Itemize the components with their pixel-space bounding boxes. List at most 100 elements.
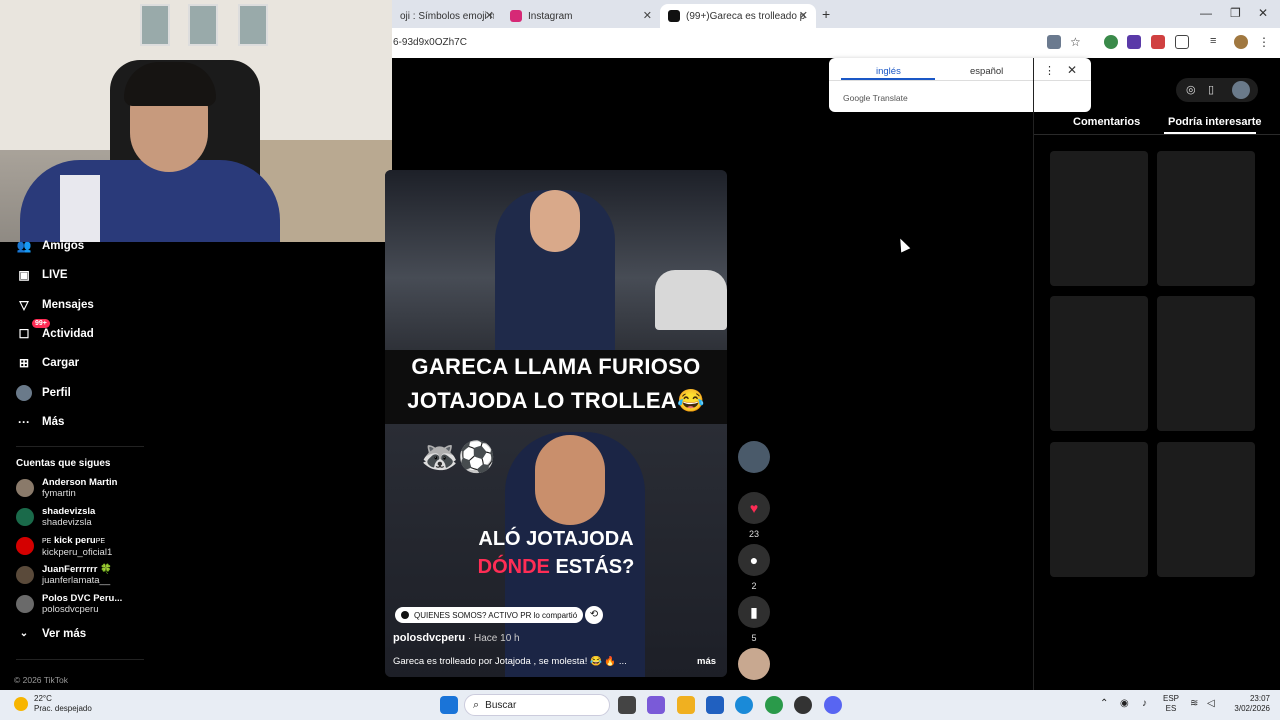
see-more-button[interactable]: ⌄ Ver más	[16, 624, 86, 644]
tab-espanol[interactable]: español	[970, 66, 1003, 77]
new-tab-button[interactable]: +	[822, 6, 830, 22]
language-indicator[interactable]: ESP ES	[1163, 694, 1179, 714]
video-face-top	[530, 190, 580, 252]
video-emoji: 🦝⚽	[421, 441, 496, 474]
close-tab-icon[interactable]: ✕	[643, 9, 652, 22]
repost-avatar	[401, 611, 409, 619]
windows-start-icon[interactable]	[440, 696, 458, 714]
like-button[interactable]: ♥ 23	[738, 492, 770, 539]
wifi-icon[interactable]: ≋	[1190, 698, 1198, 709]
tab-ingles[interactable]: inglés	[876, 66, 901, 77]
nav-mensajes[interactable]: ▽ Mensajes	[16, 295, 93, 315]
compass-icon[interactable]: ◎	[1186, 83, 1196, 96]
webcam-overlay	[0, 0, 392, 242]
extension-icon[interactable]	[1104, 35, 1118, 49]
copilot-icon[interactable]	[647, 696, 665, 714]
lang-line2: ES	[1165, 704, 1177, 713]
video-thumbnail[interactable]	[1157, 442, 1255, 577]
profile-avatar-icon[interactable]	[1234, 35, 1248, 49]
video-author[interactable]: polosdvcperu · Hace 10 h	[393, 632, 520, 644]
avatar[interactable]	[1232, 81, 1250, 99]
nav-perfil[interactable]: Perfil	[16, 383, 71, 403]
sound-avatar[interactable]	[738, 648, 770, 680]
discord-icon[interactable]	[824, 696, 842, 714]
file-explorer-icon[interactable]	[677, 696, 695, 714]
translate-icon[interactable]	[1047, 35, 1061, 49]
chrome-icon[interactable]	[765, 696, 783, 714]
nav-live[interactable]: ▣ LIVE	[16, 265, 67, 285]
close-tab-icon[interactable]: ✕	[485, 9, 494, 22]
following-item[interactable]: shadevizsla shadevizsla	[16, 505, 95, 529]
microphone-icon[interactable]: ♪	[1142, 698, 1147, 709]
bookmark-star-icon[interactable]: ☆	[1070, 35, 1084, 49]
shield-extension-icon[interactable]	[1127, 35, 1141, 49]
nav-actividad[interactable]: ☐ 99+ Actividad	[16, 319, 94, 344]
sound-disc-icon	[738, 648, 770, 680]
following-name: shadevizsla	[42, 506, 96, 517]
tab-instagram[interactable]: Instagram ✕	[502, 4, 660, 28]
following-item[interactable]: PE kick peruPE kickperu_oficial1	[16, 534, 112, 558]
device-icon[interactable]: ▯	[1208, 83, 1214, 96]
windows-taskbar: 22°C Prac. despejado ⌕ Buscar ⌃ ◉ ♪ ESP …	[0, 690, 1280, 720]
tray-chevron-icon[interactable]: ⌃	[1100, 698, 1108, 709]
repost-icon[interactable]: ⟲	[585, 606, 603, 624]
clock-date: 3/02/2026	[1234, 704, 1270, 713]
tab-podria-interesarte[interactable]: Podría interesarte	[1168, 116, 1262, 128]
tab-emoji[interactable]: oji : Símbolos emoji na ✕	[392, 4, 502, 28]
search-placeholder: Buscar	[485, 699, 517, 711]
task-view-icon[interactable]	[618, 696, 636, 714]
more-link[interactable]: más	[697, 656, 716, 667]
volume-icon[interactable]: ◁	[1207, 698, 1215, 709]
video-thumbnail[interactable]	[1050, 151, 1148, 286]
extension-red-icon[interactable]	[1151, 35, 1165, 49]
nav-cargar[interactable]: ⊞ Cargar	[16, 353, 79, 373]
avatar	[16, 508, 34, 526]
following-item[interactable]: Anderson Martin fymartin	[16, 476, 117, 500]
minimize-button[interactable]: —	[1200, 6, 1212, 20]
network-icon[interactable]: ◉	[1120, 698, 1129, 709]
following-handle: polosdvcperu	[42, 604, 99, 615]
tab-label: oji : Símbolos emoji na	[400, 10, 494, 22]
following-name: Anderson Martin	[42, 477, 118, 488]
selected-tab-indicator	[841, 78, 935, 80]
friends-icon: 👥	[16, 239, 32, 253]
clock[interactable]: 23:07 3/02/2026	[1222, 694, 1270, 714]
close-window-button[interactable]: ✕	[1258, 6, 1268, 20]
video-thumbnail[interactable]	[1050, 442, 1148, 577]
webcam-hair	[124, 62, 216, 106]
url-text[interactable]: 6-93d9x0OZh7C	[393, 37, 467, 48]
puzzle-icon[interactable]	[1175, 35, 1189, 49]
comment-button[interactable]: ● 2	[738, 544, 770, 591]
close-tab-icon[interactable]: ✕	[799, 9, 808, 22]
nav-mas[interactable]: ··· Más	[16, 412, 64, 432]
wall-photo	[238, 4, 268, 46]
media-control-icon[interactable]: ≡	[1210, 35, 1224, 49]
taskbar-search[interactable]: ⌕ Buscar	[464, 694, 610, 716]
video-thumbnail[interactable]	[1157, 151, 1255, 286]
kebab-menu-icon[interactable]: ⋮	[1258, 35, 1272, 49]
app-icon[interactable]	[794, 696, 812, 714]
video-thumbnail[interactable]	[1050, 296, 1148, 431]
nav-label: Actividad	[42, 328, 94, 340]
video-player[interactable]: GARECA LLAMA FURIOSO JOTAJODA LO TROLLEA…	[385, 170, 727, 677]
nav-amigos[interactable]: 👥 Amigos	[16, 236, 85, 256]
restore-button[interactable]: ❐	[1230, 6, 1241, 20]
repost-pill[interactable]: QUIENES SOMOS? ACTIVO PR lo compartió	[395, 607, 584, 623]
following-item[interactable]: JuanFerrrrrr 🍀 juanferlamata__	[16, 563, 112, 587]
save-button[interactable]: ▮ 5	[738, 596, 770, 643]
video-thumbnail[interactable]	[1157, 296, 1255, 431]
weather-widget[interactable]: 22°C Prac. despejado	[14, 694, 92, 714]
tab-tiktok[interactable]: (99+)Gareca es trolleado p ✕	[660, 4, 816, 28]
tab-label: Instagram	[528, 10, 573, 22]
profile-icon	[16, 385, 32, 401]
tab-comentarios[interactable]: Comentarios	[1073, 116, 1140, 128]
nav-label: Amigos	[42, 240, 85, 252]
edge-icon[interactable]	[735, 696, 753, 714]
nav-label: Perfil	[42, 387, 71, 399]
divider	[16, 446, 144, 447]
temperature: 22°C	[34, 694, 52, 703]
store-icon[interactable]	[706, 696, 724, 714]
following-item[interactable]: Polos DVC Peru... polosdvcperu	[16, 592, 122, 616]
creator-avatar[interactable]	[738, 441, 770, 473]
comment-icon: ●	[738, 544, 770, 576]
